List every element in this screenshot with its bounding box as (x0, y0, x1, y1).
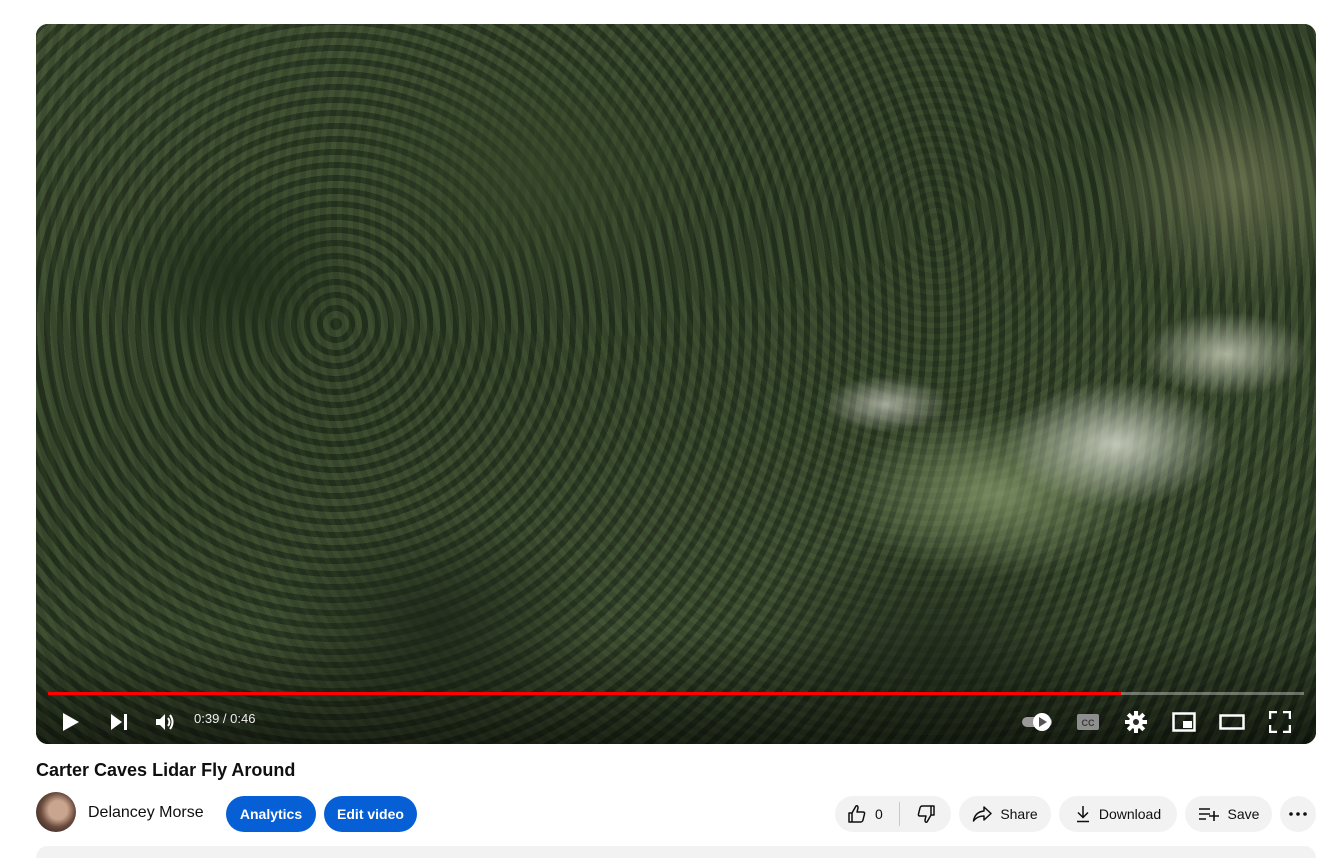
progress-bar-played (48, 692, 1121, 695)
download-icon (1076, 806, 1089, 823)
miniplayer-button[interactable] (1168, 704, 1200, 740)
download-button[interactable]: Download (1059, 796, 1177, 832)
theater-mode-button[interactable] (1216, 704, 1248, 740)
share-button-label: Share (1000, 806, 1038, 822)
download-button-label: Download (1098, 806, 1162, 822)
more-horizontal-icon (1289, 812, 1307, 816)
video-title: Carter Caves Lidar Fly Around (36, 760, 296, 780)
save-button-label: Save (1227, 806, 1260, 822)
save-button[interactable]: Save (1185, 796, 1272, 832)
share-button[interactable]: Share (959, 796, 1051, 832)
description-box[interactable] (36, 846, 1316, 858)
autoplay-toggle-icon (1022, 713, 1052, 731)
more-actions-button[interactable] (1280, 796, 1316, 832)
thumbs-up-icon (848, 805, 866, 823)
fullscreen-icon (1269, 711, 1291, 733)
play-button[interactable] (56, 704, 86, 740)
dislike-button[interactable] (900, 796, 951, 832)
edit-video-button-label: Edit video (337, 806, 404, 822)
volume-icon (156, 714, 174, 730)
next-icon (111, 714, 127, 730)
save-to-playlist-icon (1198, 808, 1219, 821)
thumbs-down-icon (917, 805, 935, 823)
play-icon (63, 713, 79, 731)
progress-bar[interactable] (48, 692, 1304, 695)
autoplay-toggle[interactable] (1018, 704, 1062, 740)
channel-avatar[interactable] (36, 792, 76, 832)
share-icon (973, 806, 993, 822)
miniplayer-icon (1172, 712, 1196, 732)
edit-video-button[interactable]: Edit video (324, 796, 417, 832)
analytics-button[interactable]: Analytics (226, 796, 316, 832)
time-display: 0:39 / 0:46 (194, 711, 256, 726)
mute-button[interactable] (150, 704, 180, 740)
like-dislike-group: 0 (835, 796, 951, 832)
settings-button[interactable] (1120, 704, 1152, 740)
svg-text:CC: CC (1082, 718, 1095, 728)
settings-gear-icon (1125, 711, 1147, 733)
captions-button[interactable]: CC (1072, 704, 1104, 740)
theater-mode-icon (1219, 714, 1245, 730)
video-player[interactable]: 0:39 / 0:46 CC (36, 24, 1316, 744)
fullscreen-button[interactable] (1264, 704, 1296, 740)
analytics-button-label: Analytics (239, 806, 303, 822)
like-count: 0 (875, 806, 883, 822)
next-button[interactable] (104, 704, 134, 740)
channel-name[interactable]: Delancey Morse (88, 803, 204, 823)
like-button[interactable]: 0 (835, 796, 899, 832)
captions-icon: CC (1077, 714, 1099, 730)
